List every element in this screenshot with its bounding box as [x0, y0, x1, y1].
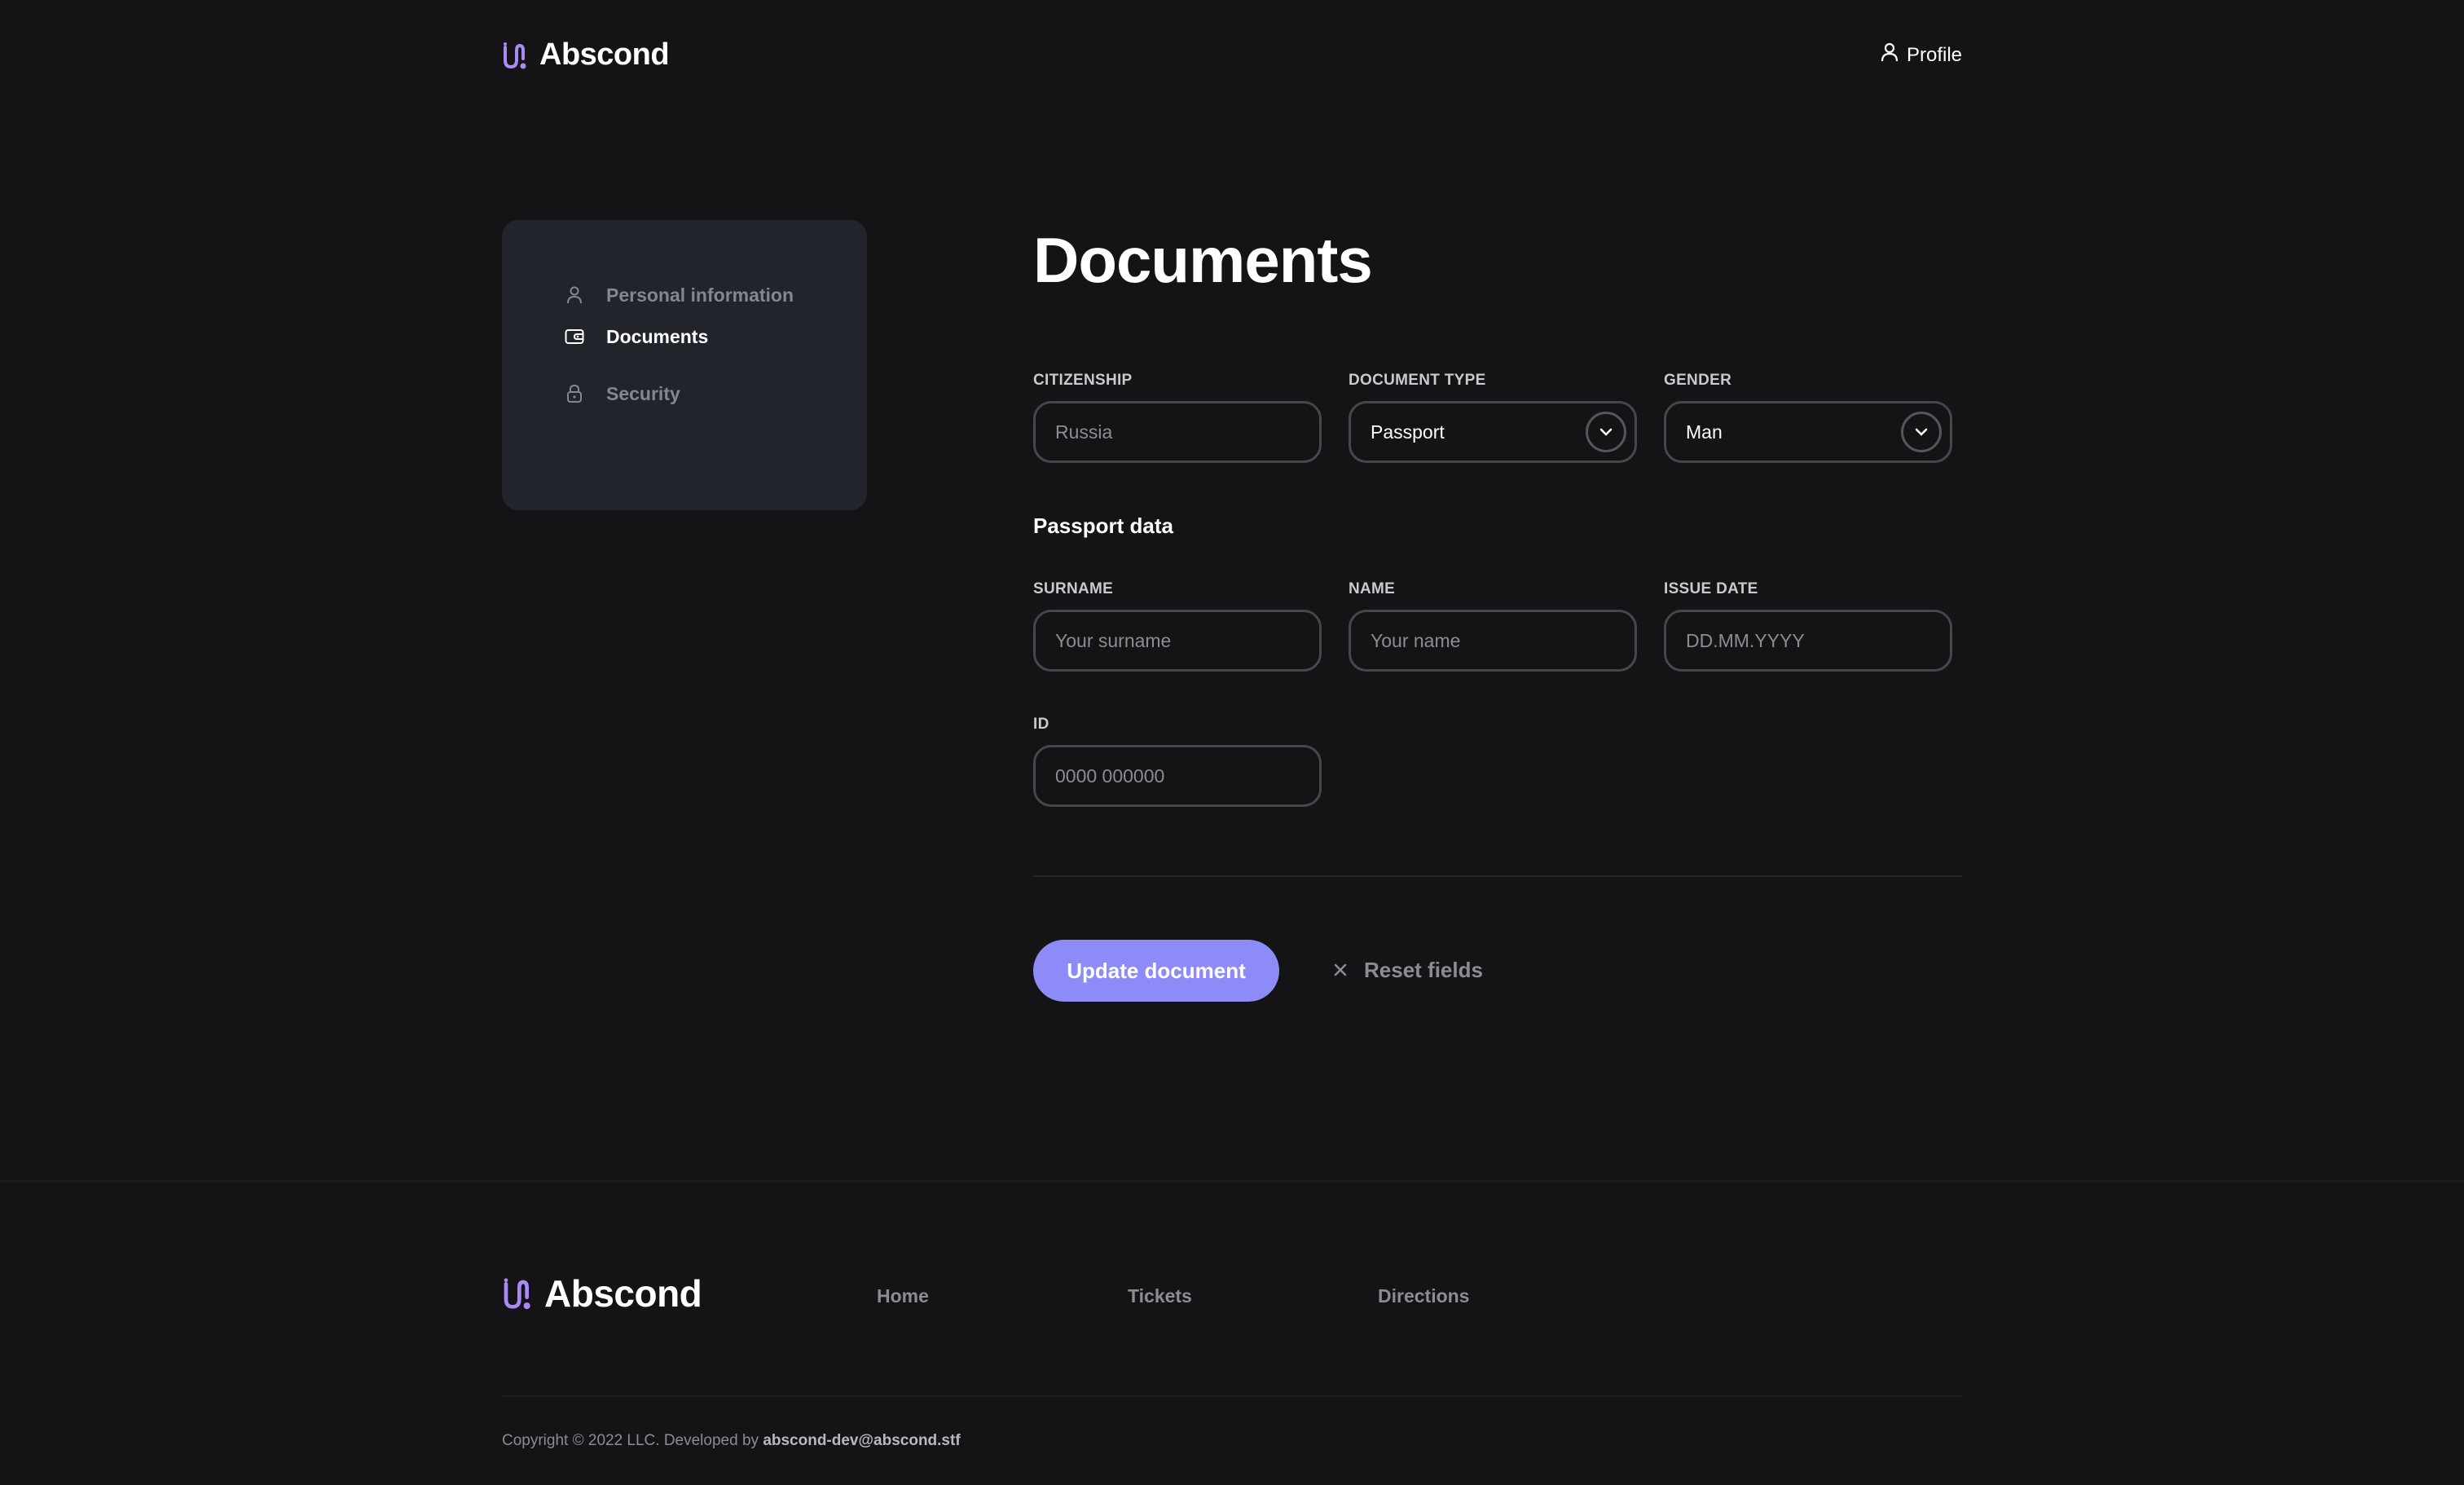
- issue-date-field-group: ISSUE DATE DD.MM.YYYY: [1664, 580, 1952, 672]
- footer-link-home[interactable]: Home: [877, 1285, 929, 1307]
- documents-form: Documents CITIZENSHIP Russia DOCUMENT TY…: [1033, 212, 1962, 1002]
- issue-date-label: ISSUE DATE: [1664, 580, 1758, 597]
- page-title: Documents: [1033, 224, 1373, 296]
- gender-label: GENDER: [1664, 372, 1732, 389]
- citizenship-input[interactable]: Russia: [1033, 401, 1322, 463]
- document-row: CITIZENSHIP Russia DOCUMENT TYPE Passpor…: [1033, 372, 1952, 463]
- chevron-down-icon[interactable]: [1586, 412, 1626, 452]
- passport-data-heading: Passport data: [1033, 513, 1173, 538]
- copyright-text: Copyright © 2022 LLC. Developed by absco…: [502, 1432, 961, 1450]
- id-row: ID 0000 000000: [1033, 716, 1322, 807]
- sidebar-item-label: Security: [606, 382, 680, 404]
- reset-fields-label: Reset fields: [1364, 958, 1483, 982]
- chevron-down-icon[interactable]: [1901, 412, 1942, 452]
- footer-divider: [502, 1395, 1962, 1397]
- copyright-prefix: Copyright © 2022 LLC. Developed by: [502, 1432, 759, 1449]
- developer-email-link[interactable]: abscond-dev@abscond.stf: [763, 1432, 960, 1449]
- footer-link-directions[interactable]: Directions: [1378, 1285, 1469, 1307]
- logo-icon: [502, 41, 528, 70]
- user-icon: [564, 284, 585, 306]
- footer-brand-name: Abscond: [544, 1272, 702, 1315]
- document-type-label: DOCUMENT TYPE: [1349, 372, 1486, 389]
- lock-icon: [564, 383, 585, 404]
- close-icon: [1333, 958, 1348, 983]
- footer-link-tickets[interactable]: Tickets: [1128, 1285, 1192, 1307]
- wallet-icon: [564, 326, 585, 347]
- footer-logo[interactable]: Abscond: [502, 1271, 702, 1315]
- passport-row: SURNAME Your surname NAME Your name ISSU…: [1033, 580, 1952, 672]
- profile-label: Profile: [1906, 43, 1962, 66]
- name-input[interactable]: Your name: [1349, 610, 1637, 672]
- surname-input[interactable]: Your surname: [1033, 610, 1322, 672]
- citizenship-label: CITIZENSHIP: [1033, 372, 1133, 389]
- gender-field-group: GENDER Man: [1664, 372, 1952, 463]
- document-type-field-group: DOCUMENT TYPE Passport: [1349, 372, 1637, 463]
- name-label: NAME: [1349, 580, 1396, 597]
- sidebar-item-label: Personal information: [606, 284, 794, 306]
- name-field-group: NAME Your name: [1349, 580, 1637, 672]
- brand-name: Abscond: [539, 37, 670, 72]
- id-field-group: ID 0000 000000: [1033, 716, 1322, 807]
- surname-field-group: SURNAME Your surname: [1033, 580, 1322, 672]
- id-label: ID: [1033, 716, 1049, 733]
- site-header: Abscond Profile: [502, 0, 1962, 114]
- settings-sidebar: Personal information Documents Security: [502, 220, 867, 510]
- citizenship-field-group: CITIZENSHIP Russia: [1033, 372, 1322, 463]
- sidebar-item-security[interactable]: Security: [564, 357, 867, 430]
- gender-value: Man: [1686, 421, 1723, 443]
- document-type-select[interactable]: Passport: [1349, 401, 1637, 463]
- form-divider: [1033, 875, 1962, 877]
- footer-top-border: [0, 1180, 2464, 1182]
- issue-date-input[interactable]: DD.MM.YYYY: [1664, 610, 1952, 672]
- gender-select[interactable]: Man: [1664, 401, 1952, 463]
- update-document-button[interactable]: Update document: [1033, 940, 1279, 1002]
- reset-fields-button[interactable]: Reset fields: [1333, 958, 1483, 983]
- sidebar-item-label: Documents: [606, 325, 709, 347]
- profile-link[interactable]: Profile: [1881, 42, 1962, 68]
- surname-label: SURNAME: [1033, 580, 1114, 597]
- user-icon: [1881, 42, 1899, 68]
- header-logo[interactable]: Abscond: [502, 37, 670, 73]
- id-input[interactable]: 0000 000000: [1033, 745, 1322, 807]
- logo-icon: [502, 1276, 533, 1311]
- document-type-value: Passport: [1371, 421, 1445, 443]
